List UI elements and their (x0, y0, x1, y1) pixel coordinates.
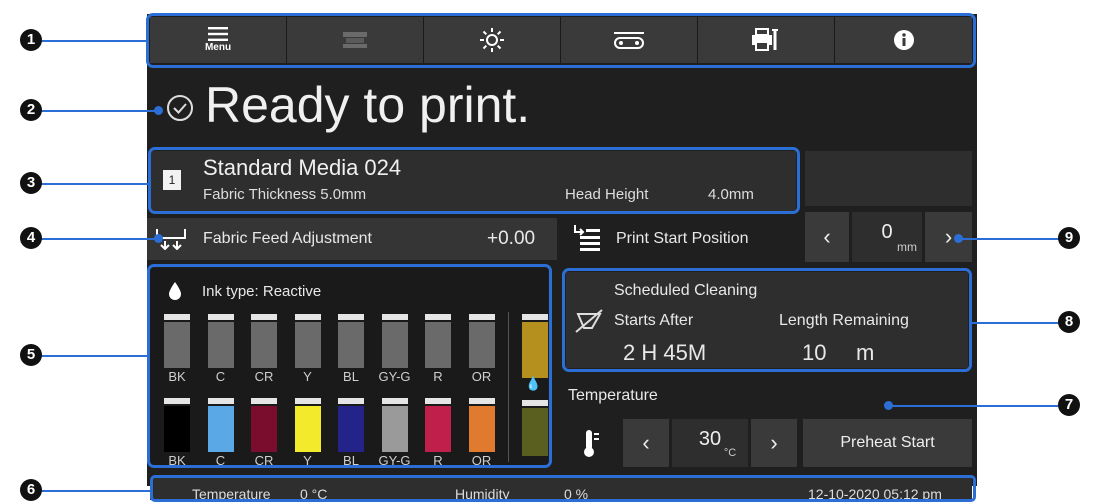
callout-line-7 (890, 405, 1060, 407)
print-start-label: Print Start Position (616, 230, 749, 247)
status-text: Ready to print. (205, 77, 531, 133)
print-start-unit: mm (897, 239, 917, 254)
callout-8: 8 (1058, 311, 1080, 333)
highlight-cleaning (562, 268, 972, 372)
status-area: Ready to print. (165, 76, 530, 134)
callout-7: 7 (1058, 394, 1080, 416)
callout-line-6 (40, 490, 150, 492)
callout-dot-9 (954, 234, 963, 243)
highlight-media (148, 147, 800, 214)
temperature-increase-button[interactable]: › (751, 419, 797, 467)
check-circle-icon (167, 95, 193, 121)
temperature-label: Temperature (568, 387, 658, 404)
preheat-start-button[interactable]: Preheat Start (803, 419, 972, 467)
callout-line-1 (40, 40, 148, 42)
callout-6: 6 (20, 479, 42, 501)
feed-label: Fabric Feed Adjustment (203, 230, 372, 247)
callout-1: 1 (20, 29, 42, 51)
callout-line-5 (40, 355, 148, 357)
temperature-unit: °C (723, 446, 737, 459)
callout-line-9 (958, 238, 1060, 240)
callout-line-3 (40, 183, 148, 185)
print-start-decrease-button[interactable]: ‹ (805, 212, 849, 262)
callout-dot-2 (154, 106, 163, 115)
highlight-toolbar (146, 13, 976, 68)
temperature-value: 30 (698, 427, 722, 450)
print-start-increase-button[interactable]: › (925, 212, 972, 262)
print-start-icon (574, 225, 600, 251)
callout-line-8 (972, 322, 1060, 324)
media-side-blank (805, 151, 972, 206)
callout-2: 2 (20, 99, 42, 121)
callout-line-2 (40, 110, 158, 112)
thermometer-icon (584, 430, 599, 457)
print-start-value-box: 0 mm (852, 212, 922, 262)
callout-4: 4 (20, 227, 42, 249)
temperature-decrease-button[interactable]: ‹ (623, 419, 669, 467)
callout-5: 5 (20, 344, 42, 366)
temperature-value-box: 30 °C (672, 419, 748, 467)
highlight-ink (147, 264, 552, 468)
print-start-value: 0 (881, 220, 893, 243)
feed-value: +0.00 (487, 228, 536, 249)
callout-3: 3 (20, 172, 42, 194)
highlight-footer (150, 475, 976, 502)
callout-dot-4 (154, 234, 163, 243)
callout-line-4 (40, 238, 158, 240)
callout-9: 9 (1058, 227, 1080, 249)
callout-dot-7 (884, 401, 893, 410)
